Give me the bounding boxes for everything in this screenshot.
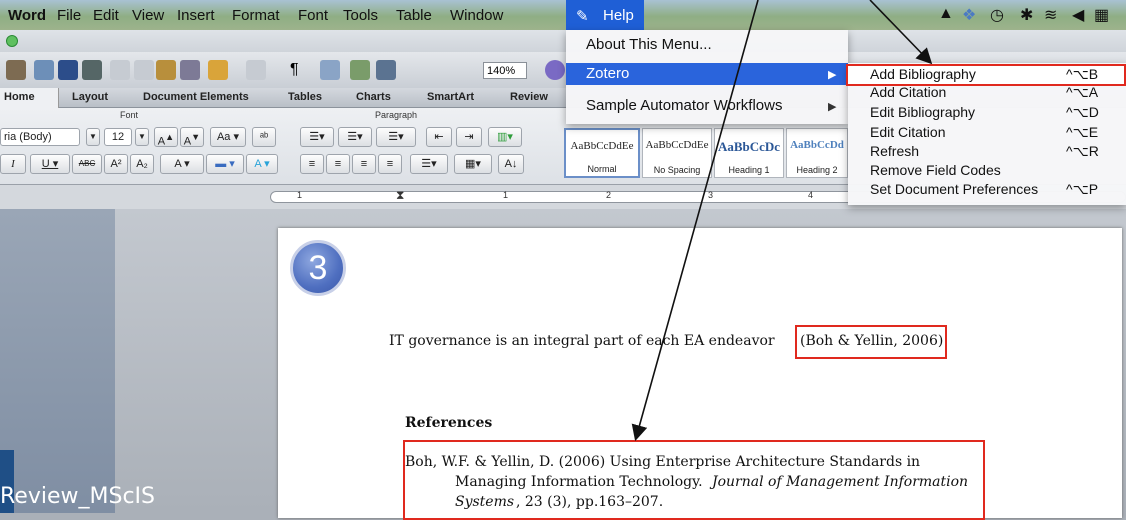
arrow-to-add-bibliography xyxy=(869,0,933,65)
annotation-arrows xyxy=(631,0,933,442)
arrow-to-bibliography xyxy=(631,0,759,442)
